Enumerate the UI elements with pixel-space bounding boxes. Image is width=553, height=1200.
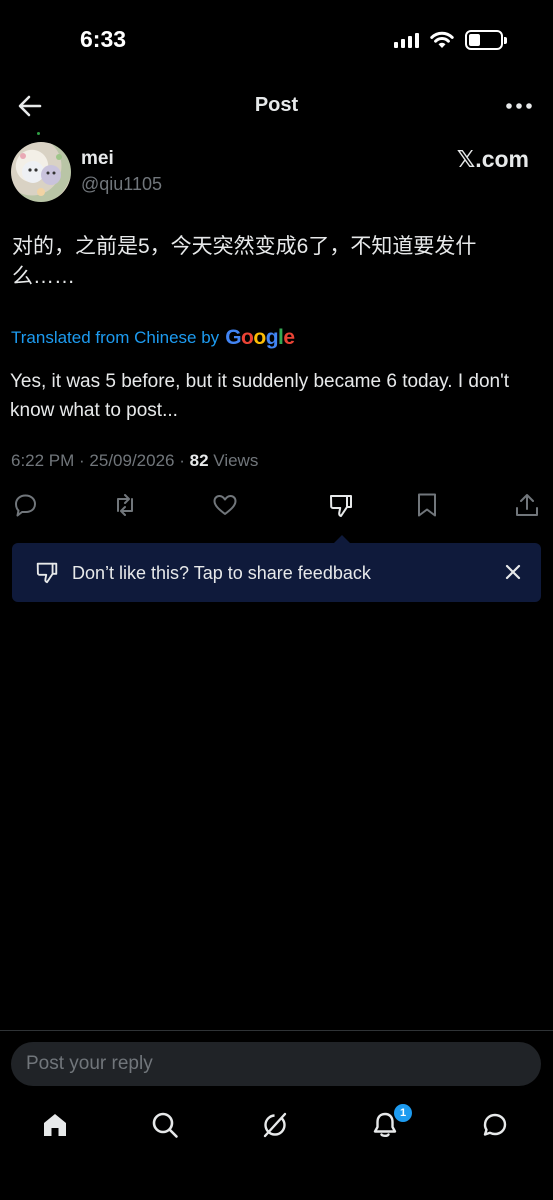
close-icon — [505, 564, 521, 580]
message-bubble-icon — [483, 1113, 507, 1136]
post-meta: 6:22 PM · 25/09/2026 · 82 Views — [11, 451, 259, 470]
like-button[interactable] — [211, 491, 241, 521]
translated-text: Yes, it was 5 before, but it suddenly be… — [10, 371, 509, 421]
bookmark-icon — [418, 493, 436, 517]
repost-icon — [117, 494, 133, 516]
nav-search[interactable] — [150, 1110, 184, 1144]
wifi-icon — [430, 31, 454, 48]
views-count[interactable]: 82 — [190, 451, 209, 470]
translated-prefix: Translated from Chinese by — [11, 328, 220, 347]
screen: 6:33 Post mei @qiu1105 𝕏.com 对的，之前是5，今天突… — [0, 0, 553, 1200]
page-title: Post — [254, 94, 299, 116]
views-label: Views — [213, 451, 259, 470]
close-tooltip-button[interactable] — [501, 560, 525, 584]
thumbs-down-icon — [36, 562, 58, 584]
share-button[interactable] — [513, 491, 543, 521]
avatar-image — [20, 153, 62, 196]
divider — [0, 1030, 553, 1031]
battery-icon — [465, 30, 507, 50]
post-author: mei @qiu1105 𝕏.com — [0, 132, 553, 204]
author-handle[interactable]: @qiu1105 — [81, 174, 162, 195]
home-icon — [44, 1114, 66, 1136]
google-logo: Google — [225, 326, 295, 349]
reply-input[interactable] — [26, 1042, 526, 1086]
bookmark-button[interactable] — [413, 491, 443, 521]
author-display-name[interactable]: mei — [81, 148, 114, 170]
nav-messages[interactable] — [480, 1110, 514, 1144]
reply-box[interactable] — [11, 1042, 541, 1086]
post-text: 对的，之前是5，今天突然变成6了，不知道要发什么…… — [12, 235, 477, 288]
post-date: 25/09/2026 — [89, 451, 175, 470]
grok-icon — [263, 1112, 287, 1138]
avatar-status-dot — [37, 132, 40, 135]
battery-level — [469, 34, 480, 46]
search-icon — [152, 1112, 178, 1138]
repost-button[interactable] — [111, 491, 141, 521]
post-actions — [0, 488, 553, 524]
nav-grok[interactable] — [260, 1110, 294, 1144]
thumbs-down-icon — [330, 495, 352, 517]
share-icon — [516, 494, 538, 516]
status-icons — [394, 30, 507, 50]
feedback-tooltip[interactable]: Don’t like this? Tap to share feedback — [12, 543, 541, 602]
reply-icon — [15, 494, 36, 517]
cellular-signal-icon — [394, 32, 419, 48]
status-time: 6:33 — [80, 26, 127, 52]
tooltip-text: Don’t like this? Tap to share feedback — [72, 563, 371, 583]
heart-icon — [213, 495, 237, 515]
translation-attribution[interactable]: Translated from Chinese by Google — [11, 326, 295, 350]
more-dots-icon — [506, 103, 532, 109]
source-label: 𝕏.com — [456, 146, 529, 172]
nav-home[interactable] — [40, 1110, 74, 1144]
dislike-button[interactable] — [327, 491, 357, 521]
status-bar: 6:33 — [0, 0, 553, 80]
more-options-button[interactable] — [505, 94, 533, 118]
notification-badge: 1 — [394, 1104, 412, 1122]
nav-notifications[interactable]: 1 — [370, 1104, 412, 1144]
bottom-nav: 1 — [0, 1100, 553, 1160]
post-time: 6:22 PM — [11, 451, 75, 470]
reply-button[interactable] — [11, 491, 41, 521]
avatar[interactable] — [11, 142, 71, 202]
post-header: Post — [0, 80, 553, 132]
